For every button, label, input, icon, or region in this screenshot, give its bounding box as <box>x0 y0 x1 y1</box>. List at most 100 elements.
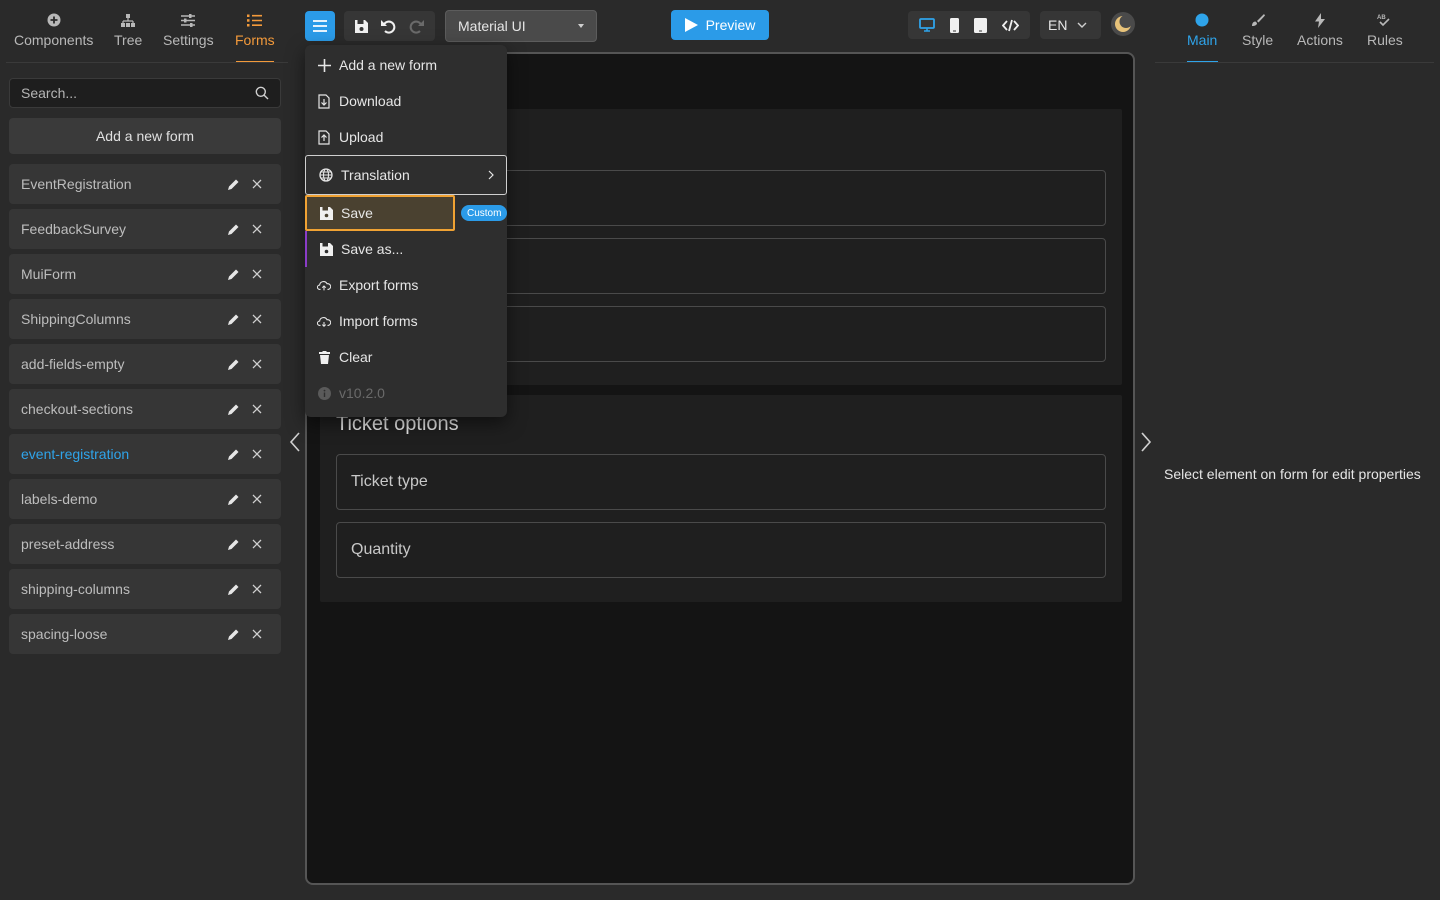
plus-circle-icon <box>47 10 61 30</box>
tab-tree[interactable]: Tree <box>114 10 142 48</box>
menu-item-translation[interactable]: Translation <box>305 155 507 195</box>
menu-item-export-forms[interactable]: Export forms <box>305 267 507 303</box>
redo-icon[interactable] <box>408 18 425 34</box>
search-input[interactable] <box>21 85 255 101</box>
edit-icon[interactable] <box>221 493 245 506</box>
close-icon[interactable] <box>245 629 269 639</box>
list-item[interactable]: ShippingColumns <box>9 299 281 339</box>
edit-icon[interactable] <box>221 313 245 326</box>
desktop-icon[interactable] <box>919 18 936 32</box>
theme-toggle-button[interactable] <box>1111 12 1135 36</box>
menu-item-label: Import forms <box>339 313 418 329</box>
menu-item-label: Save <box>341 205 373 221</box>
menu-item-import-forms[interactable]: Import forms <box>305 303 507 339</box>
close-icon[interactable] <box>245 269 269 279</box>
menu-item-save[interactable]: Save <box>305 195 455 231</box>
close-icon[interactable] <box>245 494 269 504</box>
chevron-right-icon <box>488 170 494 180</box>
edit-icon[interactable] <box>221 538 245 551</box>
chevron-down-icon <box>1077 22 1087 28</box>
cloud-download-icon <box>317 315 331 328</box>
ticket-type-field[interactable]: Ticket type <box>336 454 1106 510</box>
list-item[interactable]: preset-address <box>9 524 281 564</box>
tab-main[interactable]: Main <box>1187 10 1217 48</box>
tab-rules[interactable]: AB Rules <box>1367 10 1403 48</box>
main-menu-dropdown: Add a new form Download Upload Translati… <box>305 45 507 417</box>
list-item[interactable]: labels-demo <box>9 479 281 519</box>
cloud-upload-icon <box>317 279 331 292</box>
form-name: FeedbackSurvey <box>21 221 127 237</box>
form-name: shipping-columns <box>21 581 130 597</box>
search-icon[interactable] <box>255 86 269 100</box>
chevron-down-icon <box>578 24 584 28</box>
tab-label: Forms <box>235 32 275 48</box>
list-item[interactable]: FeedbackSurvey <box>9 209 281 249</box>
ui-library-select[interactable]: Material UI <box>445 10 597 42</box>
edit-icon[interactable] <box>221 448 245 461</box>
undo-icon[interactable] <box>380 18 397 34</box>
menu-item-clear[interactable]: Clear <box>305 339 507 375</box>
form-section[interactable]: Ticket options Ticket type Quantity <box>320 395 1122 602</box>
tab-settings[interactable]: Settings <box>163 10 214 48</box>
close-icon[interactable] <box>245 314 269 324</box>
brush-icon <box>1251 10 1265 30</box>
dot-icon <box>1195 10 1209 30</box>
edit-icon[interactable] <box>221 358 245 371</box>
trash-icon <box>317 350 331 364</box>
tab-label: Settings <box>163 32 214 48</box>
code-icon[interactable] <box>1001 19 1019 32</box>
tab-style[interactable]: Style <box>1242 10 1273 48</box>
form-name: add-fields-empty <box>21 356 125 372</box>
menu-item-save-as[interactable]: Save as... <box>305 231 507 267</box>
list-item[interactable]: EventRegistration <box>9 164 281 204</box>
sliders-icon <box>180 10 196 30</box>
tab-label: Main <box>1187 32 1218 48</box>
menu-item-upload[interactable]: Upload <box>305 119 507 155</box>
edit-icon[interactable] <box>221 403 245 416</box>
divider <box>1155 62 1434 63</box>
preview-button[interactable]: Preview <box>671 10 769 40</box>
tab-forms[interactable]: Forms <box>235 10 275 48</box>
menu-item-add-new-form[interactable]: Add a new form <box>305 47 507 83</box>
language-select[interactable]: EN <box>1040 11 1101 39</box>
form-name: checkout-sections <box>21 401 134 417</box>
edit-icon[interactable] <box>221 583 245 596</box>
list-item[interactable]: MuiForm <box>9 254 281 294</box>
edit-icon[interactable] <box>221 628 245 641</box>
close-icon[interactable] <box>245 404 269 414</box>
menu-item-label: Add a new form <box>339 57 438 73</box>
main-menu-button[interactable] <box>305 11 335 41</box>
properties-hint: Select element on form for edit properti… <box>1164 466 1421 482</box>
add-new-form-button[interactable]: Add a new form <box>9 118 281 154</box>
edit-icon[interactable] <box>221 223 245 236</box>
plus-icon <box>317 58 331 72</box>
close-icon[interactable] <box>245 359 269 369</box>
close-icon[interactable] <box>245 449 269 459</box>
save-icon[interactable] <box>354 19 369 34</box>
list-item[interactable]: add-fields-empty <box>9 344 281 384</box>
mobile-icon[interactable] <box>950 17 960 33</box>
close-icon[interactable] <box>245 584 269 594</box>
menu-item-download[interactable]: Download <box>305 83 507 119</box>
close-icon[interactable] <box>245 224 269 234</box>
list-item[interactable]: spacing-loose <box>9 614 281 654</box>
list-item[interactable]: event-registration <box>9 434 281 474</box>
collapse-left-panel-icon[interactable] <box>289 432 301 452</box>
preview-label: Preview <box>705 17 756 33</box>
tab-label: Rules <box>1367 32 1403 48</box>
tab-actions[interactable]: Actions <box>1297 10 1343 48</box>
collapse-right-panel-icon[interactable] <box>1140 432 1152 452</box>
tab-components[interactable]: Components <box>14 10 93 48</box>
list-item[interactable]: shipping-columns <box>9 569 281 609</box>
menu-item-label: Upload <box>339 129 384 145</box>
close-icon[interactable] <box>245 179 269 189</box>
form-name: ShippingColumns <box>21 311 131 327</box>
svg-text:AB: AB <box>1377 15 1386 21</box>
edit-icon[interactable] <box>221 178 245 191</box>
close-icon[interactable] <box>245 539 269 549</box>
list-item[interactable]: checkout-sections <box>9 389 281 429</box>
search-box <box>9 78 281 108</box>
edit-icon[interactable] <box>221 268 245 281</box>
quantity-field[interactable]: Quantity <box>336 522 1106 578</box>
tablet-icon[interactable] <box>973 17 987 33</box>
